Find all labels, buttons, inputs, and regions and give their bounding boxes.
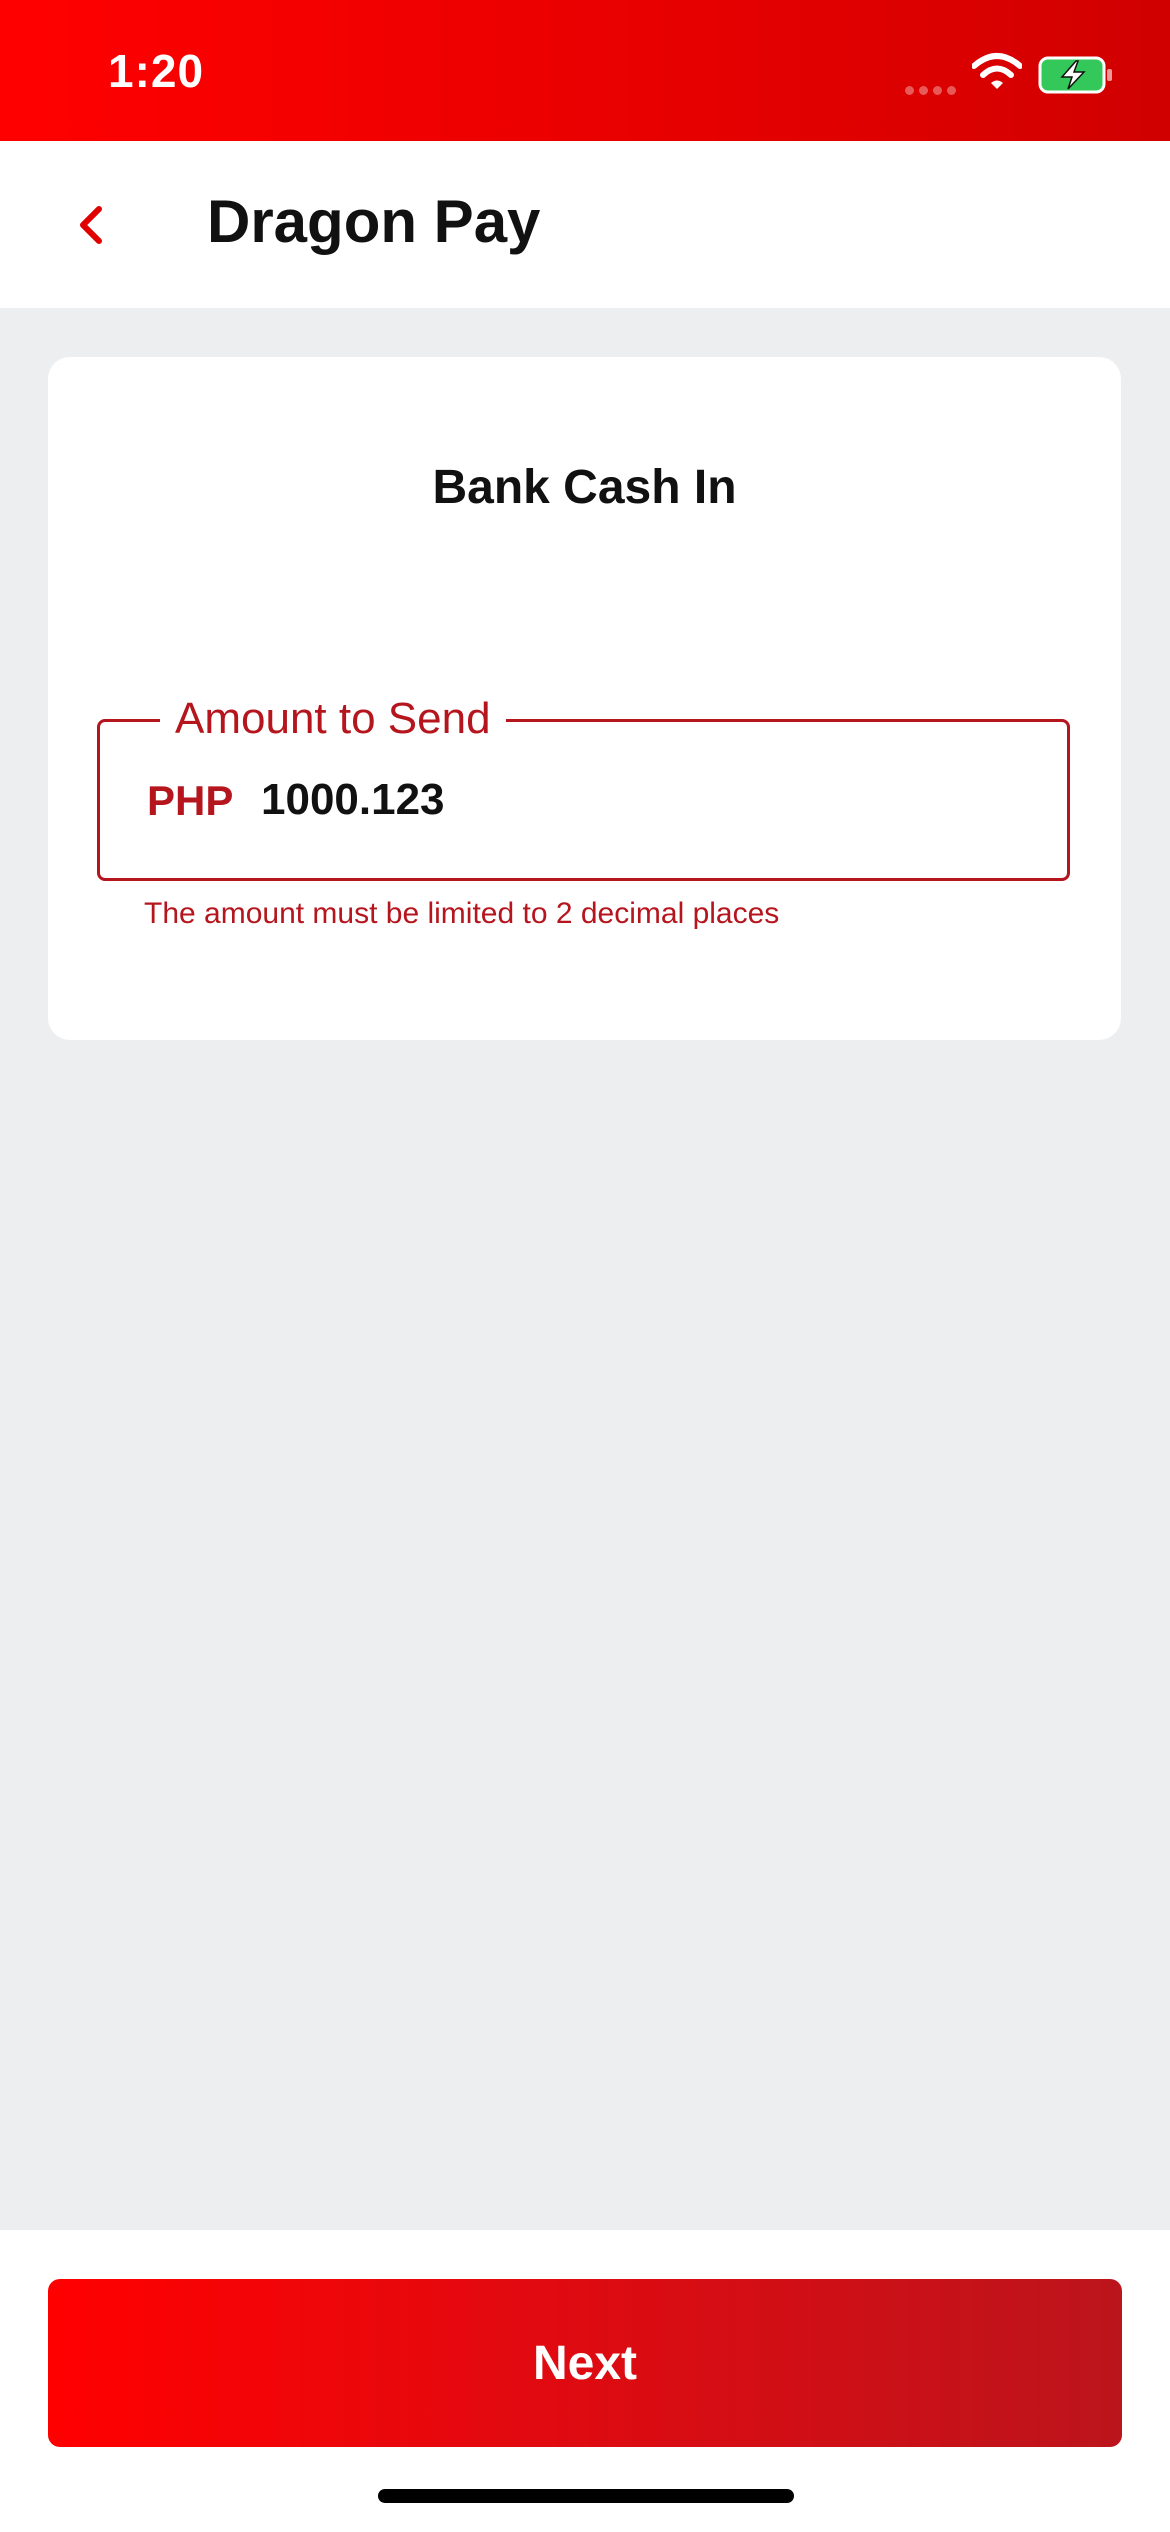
amount-error-message: The amount must be limited to 2 decimal … [144, 897, 780, 930]
next-button[interactable]: Next [48, 2279, 1122, 2447]
back-button[interactable] [58, 193, 122, 257]
currency-label: PHP [147, 777, 234, 824]
card-title: Bank Cash In [432, 461, 737, 514]
status-time: 1:20 [108, 45, 205, 97]
bottom-action-area: Next [0, 2230, 1170, 2532]
chevron-left-icon [80, 206, 102, 244]
amount-value[interactable]: 1000.123 [261, 775, 445, 825]
amount-field-label: Amount to Send [160, 691, 506, 747]
wifi-icon [972, 53, 1022, 89]
home-indicator[interactable] [378, 2489, 794, 2503]
status-bar: 1:20 [0, 0, 1170, 141]
battery-charging-icon [1038, 56, 1112, 94]
navigation-bar: Dragon Pay [0, 141, 1170, 308]
amount-input[interactable]: Amount to Send PHP 1000.123 [97, 691, 1070, 881]
cellular-signal-icon [905, 82, 961, 100]
cash-in-card: Bank Cash In Amount to Send PHP 1000.123… [48, 357, 1121, 1040]
page-title: Dragon Pay [207, 188, 541, 255]
